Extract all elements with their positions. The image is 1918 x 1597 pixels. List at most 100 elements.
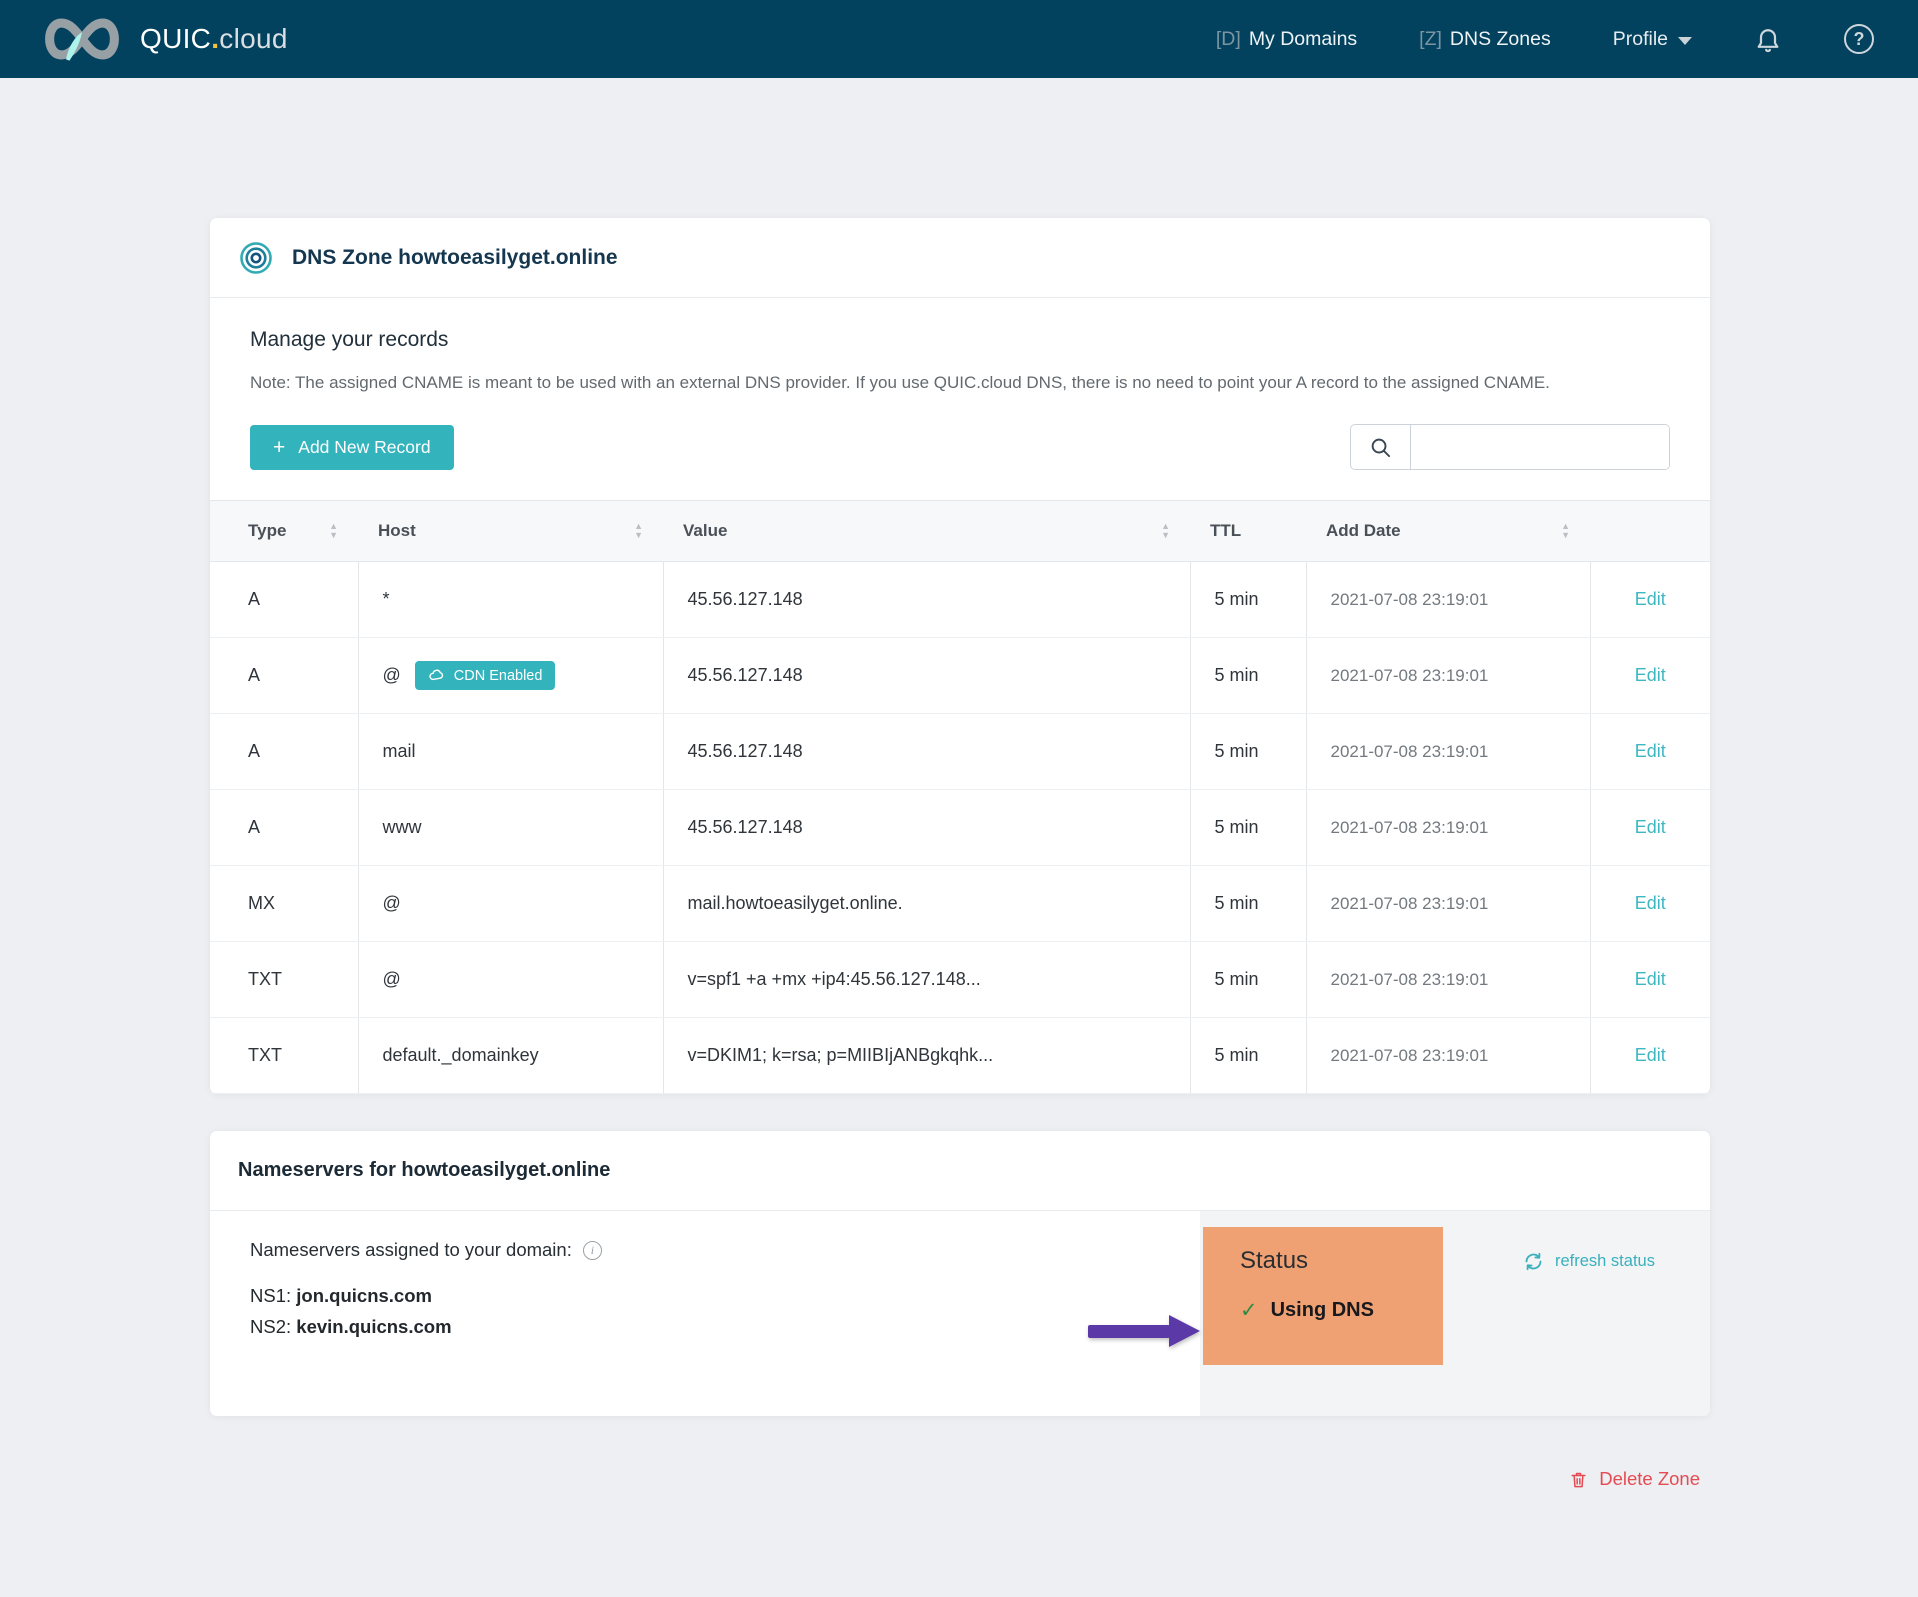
status-title: Status: [1240, 1247, 1443, 1275]
nav-item-my-domains[interactable]: [D] My Domains: [1216, 28, 1357, 51]
record-ttl-cell: 5 min: [1190, 866, 1306, 942]
record-ttl-cell: 5 min: [1190, 638, 1306, 714]
record-search: [1350, 424, 1670, 470]
edit-record-link[interactable]: Edit: [1635, 817, 1666, 837]
edit-record-link[interactable]: Edit: [1635, 741, 1666, 761]
profile-dropdown[interactable]: Profile: [1613, 28, 1692, 51]
record-host-cell: *: [358, 562, 663, 638]
record-date-cell: 2021-07-08 23:19:01: [1306, 942, 1590, 1018]
record-date-cell: 2021-07-08 23:19:01: [1306, 1018, 1590, 1094]
record-host-cell: default._domainkey: [358, 1018, 663, 1094]
sort-icon[interactable]: ▲▼: [634, 523, 643, 539]
table-row: A www 45.56.127.148 5 min 2021-07-08 23:…: [210, 790, 1710, 866]
brand-name: QUIC.cloud: [140, 23, 288, 55]
record-type-cell: MX: [210, 866, 358, 942]
info-icon[interactable]: i: [583, 1241, 602, 1260]
status-value: Using DNS: [1271, 1299, 1374, 1322]
delete-zone-label: Delete Zone: [1599, 1468, 1700, 1490]
table-row: TXT @ v=spf1 +a +mx +ip4:45.56.127.148..…: [210, 942, 1710, 1018]
edit-record-link[interactable]: Edit: [1635, 665, 1666, 685]
edit-record-link[interactable]: Edit: [1635, 589, 1666, 609]
chevron-down-icon: [1678, 37, 1692, 45]
nav-item-dns-zones[interactable]: [Z] DNS Zones: [1419, 28, 1551, 51]
dns-zone-card: DNS Zone howtoeasilyget.online Manage yo…: [210, 218, 1710, 1094]
record-date-cell: 2021-07-08 23:19:01: [1306, 866, 1590, 942]
record-host-value: @: [383, 665, 401, 686]
record-type-cell: A: [210, 790, 358, 866]
record-type-cell: TXT: [210, 1018, 358, 1094]
record-type-cell: A: [210, 714, 358, 790]
refresh-status-link[interactable]: refresh status: [1523, 1251, 1655, 1272]
ns1-value: jon.quicns.com: [296, 1285, 432, 1306]
record-type-cell: A: [210, 562, 358, 638]
table-row: TXT default._domainkey v=DKIM1; k=rsa; p…: [210, 1018, 1710, 1094]
target-bullseye-icon: [238, 240, 274, 276]
record-host-value: www: [383, 817, 422, 838]
record-host-value: default._domainkey: [383, 1045, 539, 1066]
column-header-add-date[interactable]: Add Date ▲▼: [1306, 501, 1590, 562]
record-value-cell: mail.howtoeasilyget.online.: [663, 866, 1190, 942]
table-row: A * 45.56.127.148 5 min 2021-07-08 23:19…: [210, 562, 1710, 638]
record-value-cell: 45.56.127.148: [663, 714, 1190, 790]
nav-label-dns-zones: DNS Zones: [1450, 28, 1551, 51]
page-title: DNS Zone howtoeasilyget.online: [292, 246, 618, 270]
edit-record-link[interactable]: Edit: [1635, 893, 1666, 913]
add-new-record-button[interactable]: + Add New Record: [250, 425, 454, 470]
dns-records-table: Type ▲▼ Host ▲▼ Value ▲▼ TTL: [210, 500, 1710, 1094]
record-host-cell: mail: [358, 714, 663, 790]
record-host-value: *: [383, 589, 390, 610]
nav-shortcut-d: [D]: [1216, 28, 1241, 51]
record-date-cell: 2021-07-08 23:19:01: [1306, 714, 1590, 790]
dns-zone-card-header: DNS Zone howtoeasilyget.online: [210, 218, 1710, 298]
record-value-cell: 45.56.127.148: [663, 790, 1190, 866]
nameservers-card-header: Nameservers for howtoeasilyget.online: [210, 1131, 1710, 1211]
edit-record-link[interactable]: Edit: [1635, 1045, 1666, 1065]
nav-label-my-domains: My Domains: [1249, 28, 1357, 51]
column-header-actions: [1590, 501, 1710, 562]
sort-icon[interactable]: ▲▼: [1561, 523, 1570, 539]
column-header-value[interactable]: Value ▲▼: [663, 501, 1190, 562]
search-input[interactable]: [1411, 425, 1669, 469]
record-ttl-cell: 5 min: [1190, 562, 1306, 638]
record-host-value: @: [383, 969, 401, 990]
record-date-cell: 2021-07-08 23:19:01: [1306, 562, 1590, 638]
delete-zone-link[interactable]: Delete Zone: [1569, 1468, 1700, 1490]
sort-icon[interactable]: ▲▼: [1161, 523, 1170, 539]
records-body: A * 45.56.127.148 5 min 2021-07-08 23:19…: [210, 562, 1710, 1094]
refresh-icon: [1523, 1251, 1544, 1272]
nameservers-title: Nameservers for howtoeasilyget.online: [238, 1159, 610, 1182]
table-header-row: Type ▲▼ Host ▲▼ Value ▲▼ TTL: [210, 501, 1710, 562]
record-date-cell: 2021-07-08 23:19:01: [1306, 638, 1590, 714]
table-row: MX @ mail.howtoeasilyget.online. 5 min 2…: [210, 866, 1710, 942]
brand-logo[interactable]: QUIC.cloud: [40, 14, 288, 64]
notification-bell-icon[interactable]: [1754, 25, 1782, 53]
cname-note: Note: The assigned CNAME is meant to be …: [250, 370, 1650, 396]
record-value-cell: v=spf1 +a +mx +ip4:45.56.127.148...: [663, 942, 1190, 1018]
record-ttl-cell: 5 min: [1190, 790, 1306, 866]
trash-icon: [1569, 1470, 1588, 1489]
record-ttl-cell: 5 min: [1190, 1018, 1306, 1094]
record-host-value: @: [383, 893, 401, 914]
record-host-value: mail: [383, 741, 416, 762]
record-host-cell: @: [358, 942, 663, 1018]
record-host-cell: @ CDN Enabled: [358, 638, 663, 714]
quic-cloud-infinity-icon: [40, 14, 124, 64]
table-row: A @ CDN Enabled 45.56.127.148 5 min 2021…: [210, 638, 1710, 714]
refresh-status-label: refresh status: [1555, 1252, 1655, 1271]
edit-record-link[interactable]: Edit: [1635, 969, 1666, 989]
add-new-record-label: Add New Record: [298, 437, 430, 458]
sort-icon[interactable]: ▲▼: [329, 523, 338, 539]
search-icon: [1351, 425, 1411, 469]
profile-label: Profile: [1613, 28, 1668, 51]
record-ttl-cell: 5 min: [1190, 714, 1306, 790]
record-type-cell: A: [210, 638, 358, 714]
plus-icon: +: [273, 437, 285, 458]
column-header-type[interactable]: Type ▲▼: [210, 501, 358, 562]
annotation-arrow-icon: [1088, 1315, 1200, 1347]
cloud-icon: [428, 667, 445, 684]
record-host-cell: @: [358, 866, 663, 942]
column-header-host[interactable]: Host ▲▼: [358, 501, 663, 562]
record-value-cell: v=DKIM1; k=rsa; p=MIIBIjANBgkqhk...: [663, 1018, 1190, 1094]
column-header-ttl: TTL: [1190, 501, 1306, 562]
help-icon[interactable]: ?: [1844, 24, 1874, 54]
